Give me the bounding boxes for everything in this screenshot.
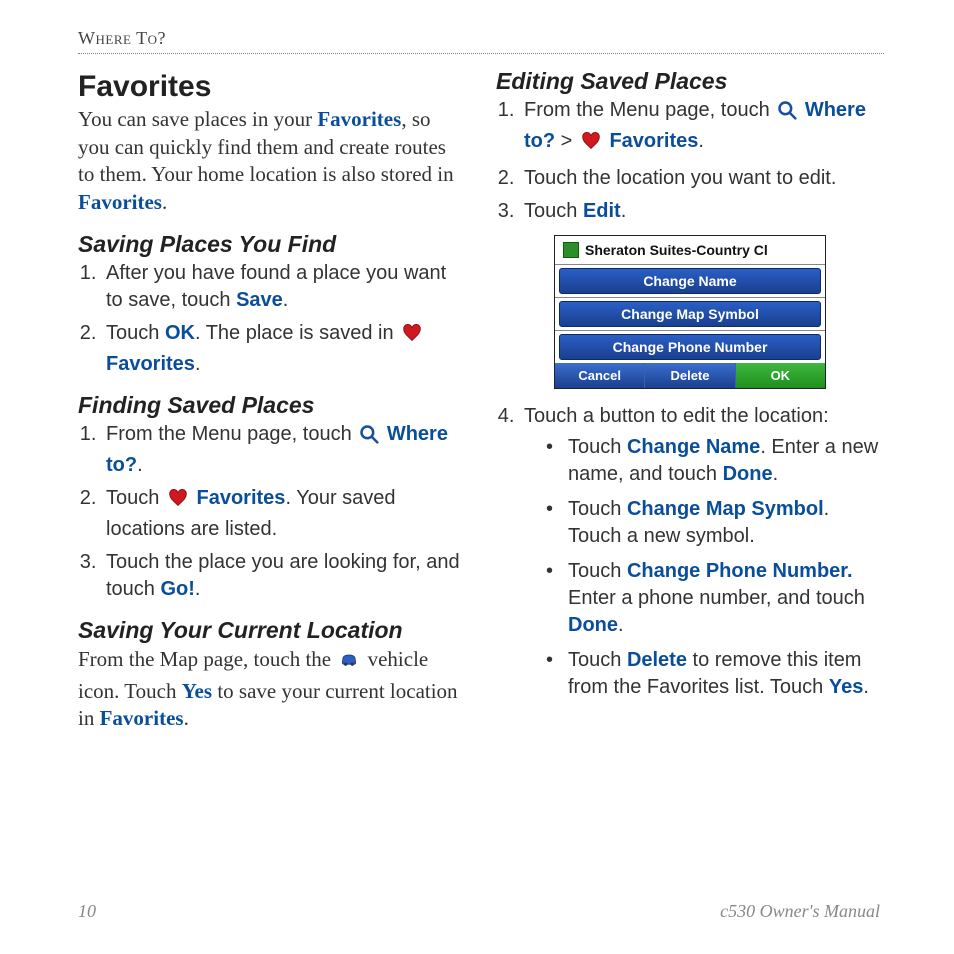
text: .	[137, 454, 143, 476]
list-item: From the Menu page, touch Where to? > Fa…	[520, 97, 884, 159]
text: Enter a phone number, and touch	[568, 587, 865, 609]
text: Touch	[568, 649, 627, 671]
text: From the Map page, touch the	[78, 647, 336, 671]
text: Touch	[524, 200, 583, 222]
vehicle-icon	[338, 650, 360, 678]
list-item: Touch the place you are looking for, and…	[102, 549, 466, 603]
text: You can save places in your	[78, 107, 317, 131]
keyword-ok: OK	[165, 322, 195, 344]
keyword-save: Save	[236, 289, 283, 311]
keyword-yes: Yes	[182, 679, 212, 703]
ok-button[interactable]: OK	[736, 363, 825, 388]
heading-editing-saved: Editing Saved Places	[496, 68, 884, 95]
page-title: Favorites	[78, 70, 466, 104]
keyword-done: Done	[723, 463, 773, 485]
keyword-favorites: Favorites	[106, 353, 195, 375]
page-number: 10	[78, 901, 96, 922]
text: .	[863, 676, 869, 698]
breadcrumb: Where To?	[78, 28, 884, 49]
list-item: Touch Edit.	[520, 198, 884, 225]
text: .	[162, 190, 167, 214]
keyword-favorites: Favorites	[609, 130, 698, 152]
change-phone-number-button[interactable]: Change Phone Number	[559, 334, 821, 360]
list-item: After you have found a place you want to…	[102, 260, 466, 314]
heart-icon	[580, 131, 602, 159]
heading-saving-current: Saving Your Current Location	[78, 617, 466, 644]
keyword-favorites: Favorites	[100, 706, 184, 730]
list-item: Touch Delete to remove this item from th…	[546, 647, 884, 701]
list-item: Touch Change Name. Enter a new name, and…	[546, 434, 884, 488]
right-column: Editing Saved Places From the Menu page,…	[496, 64, 884, 741]
keyword-edit: Edit	[583, 200, 621, 222]
heart-icon	[167, 488, 189, 516]
change-name-button[interactable]: Change Name	[559, 268, 821, 294]
keyword-change-map-symbol: Change Map Symbol	[627, 498, 824, 520]
text: .	[195, 353, 201, 375]
text: .	[195, 578, 201, 600]
text: From the Menu page, touch	[106, 423, 357, 445]
header-rule	[78, 53, 884, 54]
text: Touch	[568, 498, 627, 520]
list-item: Touch Change Map Symbol. Touch a new sym…	[546, 496, 884, 550]
keyword-change-name: Change Name	[627, 436, 760, 458]
text: .	[773, 463, 779, 485]
text: Touch	[106, 487, 165, 509]
steps-finding-saved: From the Menu page, touch Where to?. Tou…	[78, 421, 466, 603]
text: From the Menu page, touch	[524, 99, 775, 121]
steps-editing-saved: From the Menu page, touch Where to? > Fa…	[496, 97, 884, 225]
keyword-favorites: Favorites	[78, 190, 162, 214]
left-column: Favorites You can save places in your Fa…	[78, 64, 466, 741]
device-location-icon	[563, 242, 579, 258]
steps-editing-saved-cont: Touch a button to edit the location: Tou…	[496, 403, 884, 701]
device-screenshot: Sheraton Suites-Country Cl Change Name C…	[554, 235, 826, 389]
device-title-bar: Sheraton Suites-Country Cl	[555, 236, 825, 265]
page-footer: 10 c530 Owner's Manual	[78, 901, 880, 922]
text: Touch	[568, 436, 627, 458]
manual-title: c530 Owner's Manual	[720, 901, 880, 922]
text: .	[283, 289, 289, 311]
change-map-symbol-button[interactable]: Change Map Symbol	[559, 301, 821, 327]
list-item: Touch a button to edit the location: Tou…	[520, 403, 884, 701]
text: Touch	[106, 322, 165, 344]
keyword-done: Done	[568, 614, 618, 636]
saving-current-text: From the Map page, touch the vehicle ico…	[78, 646, 466, 733]
text: Touch a button to edit the location:	[524, 405, 829, 427]
heart-icon	[401, 323, 423, 351]
keyword-change-phone-number: Change Phone Number.	[627, 560, 853, 582]
keyword-delete: Delete	[627, 649, 687, 671]
list-item: Touch Change Phone Number. Enter a phone…	[546, 558, 884, 639]
heading-finding-saved: Finding Saved Places	[78, 392, 466, 419]
list-item: Touch Favorites. Your saved locations ar…	[102, 485, 466, 543]
text: .	[184, 706, 189, 730]
search-icon	[359, 424, 379, 452]
cancel-button[interactable]: Cancel	[555, 363, 645, 388]
search-icon	[777, 100, 797, 128]
list-item: Touch the location you want to edit.	[520, 165, 884, 192]
steps-saving-places: After you have found a place you want to…	[78, 260, 466, 378]
keyword-favorites: Favorites	[317, 107, 401, 131]
text: >	[555, 130, 578, 152]
keyword-favorites: Favorites	[197, 487, 286, 509]
text: .	[698, 130, 704, 152]
delete-button[interactable]: Delete	[645, 363, 735, 388]
text: .	[621, 200, 627, 222]
text: .	[618, 614, 624, 636]
text: Touch	[568, 560, 627, 582]
device-action-bar: Cancel Delete OK	[555, 363, 825, 388]
list-item: From the Menu page, touch Where to?.	[102, 421, 466, 479]
edit-options-list: Touch Change Name. Enter a new name, and…	[524, 434, 884, 701]
device-title: Sheraton Suites-Country Cl	[585, 242, 768, 258]
keyword-yes: Yes	[829, 676, 863, 698]
heading-saving-places: Saving Places You Find	[78, 231, 466, 258]
list-item: Touch OK. The place is saved in Favorite…	[102, 320, 466, 378]
text: . The place is saved in	[195, 322, 399, 344]
intro-text: You can save places in your Favorites, s…	[78, 106, 466, 217]
keyword-go: Go!	[160, 578, 194, 600]
